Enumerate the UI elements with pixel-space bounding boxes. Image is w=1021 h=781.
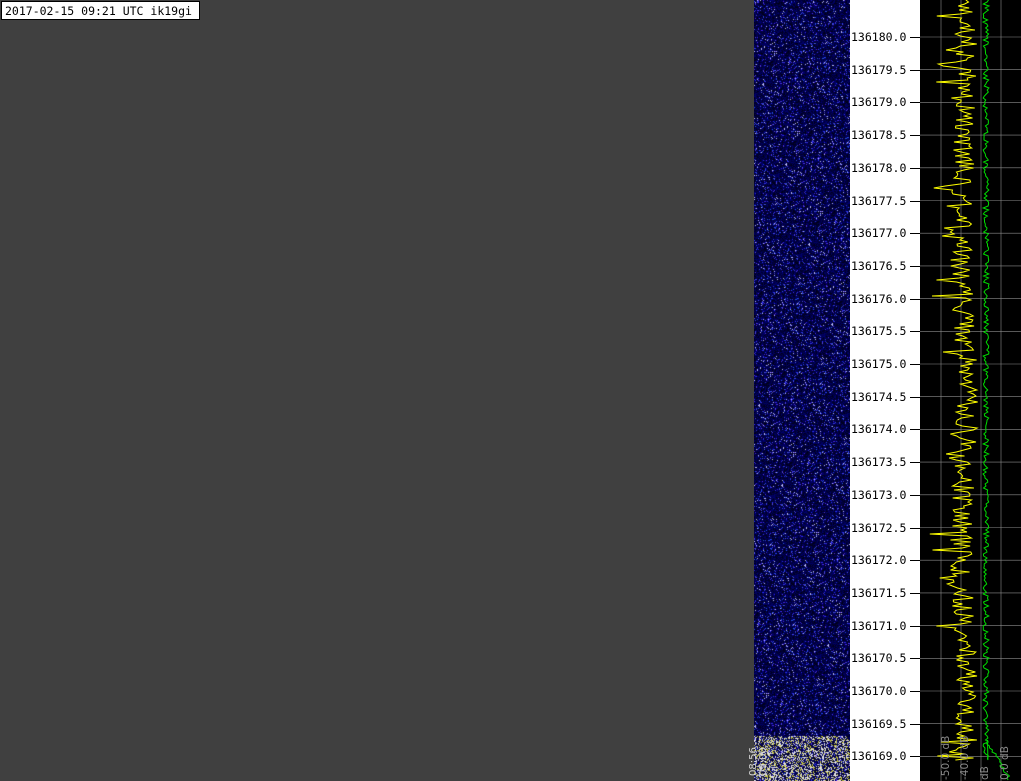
frequency-tick-mark (910, 69, 920, 71)
frequency-tick-label: 136176.0 (851, 291, 907, 306)
frequency-tick-mark (910, 37, 920, 38)
db-label-minus50: -50.0 dB (940, 735, 952, 780)
frequency-tick-mark (910, 756, 920, 758)
frequency-tick-mark (910, 494, 920, 496)
frequency-tick-mark (910, 462, 920, 464)
frequency-tick-label: 136180.0 (851, 30, 907, 44)
frequency-tick-label: 136172.0 (851, 553, 907, 568)
frequency-tick-mark (910, 396, 920, 398)
db-scale-labels: -50.0 dB -40.0 dB dB 0.0 dB (920, 736, 1021, 781)
waterfall-spectrogram (754, 0, 850, 781)
frequency-tick-label: 136179.0 (851, 95, 907, 110)
frequency-tick-label: 136169.5 (851, 716, 907, 731)
frequency-tick-mark (910, 691, 920, 692)
frequency-tick-label: 136177.0 (851, 226, 907, 241)
frequency-tick-label: 136170.0 (851, 684, 907, 698)
frequency-tick-label: 136176.5 (851, 258, 907, 273)
frequency-tick-label: 136175.5 (851, 324, 907, 339)
timestamp-label: 2017-02-15 09:21 UTC ik19gi (1, 1, 200, 20)
frequency-tick-mark (910, 298, 920, 300)
frequency-tick-label: 136174.0 (851, 422, 907, 437)
frequency-tick-mark (910, 625, 920, 627)
frequency-tick-label: 136171.0 (851, 618, 907, 633)
frequency-tick-mark (910, 233, 920, 235)
frequency-tick-label: 136179.5 (851, 62, 907, 77)
frequency-tick-label: 136177.5 (851, 193, 907, 208)
spectrum-panel (920, 0, 1021, 781)
frequency-tick-label: 136173.0 (851, 487, 907, 502)
frequency-tick-mark (910, 200, 920, 202)
frequency-tick-label: 136178.0 (851, 160, 907, 175)
frequency-tick-mark (910, 429, 920, 431)
frequency-tick-mark (910, 592, 920, 594)
frequency-tick-label: 136171.5 (851, 585, 907, 600)
frequency-tick-label: 136172.5 (851, 520, 907, 535)
frequency-tick-label: 136170.5 (851, 651, 907, 666)
frequency-tick-label: 136178.5 (851, 128, 907, 143)
frequency-tick-mark (910, 658, 920, 660)
frequency-tick-mark (910, 723, 920, 725)
frequency-tick-mark (910, 364, 920, 365)
frequency-tick-mark (910, 560, 920, 562)
db-label-minus40: -40.0 dB (959, 735, 971, 780)
frequency-tick-mark (910, 331, 920, 333)
frequency-tick-mark (910, 102, 920, 104)
frequency-tick-mark (910, 135, 920, 137)
spectrogram-window: { "header": { "timestamp_label": "2017-0… (0, 0, 1021, 781)
frequency-tick-mark (910, 527, 920, 529)
frequency-tick-label: 136175.0 (851, 357, 907, 371)
db-label-unit: dB (979, 766, 991, 780)
frequency-tick-label: 136173.5 (851, 455, 907, 470)
frequency-tick-mark (910, 265, 920, 267)
db-label-zero: 0.0 dB (999, 746, 1011, 780)
frequency-tick-label: 136174.5 (851, 389, 907, 404)
frequency-tick-mark (910, 167, 920, 169)
frequency-axis: 136180.0 136179.5 136179.0 136178.5 136178.0… (850, 0, 920, 781)
frequency-tick-label: 136169.0 (851, 749, 907, 764)
